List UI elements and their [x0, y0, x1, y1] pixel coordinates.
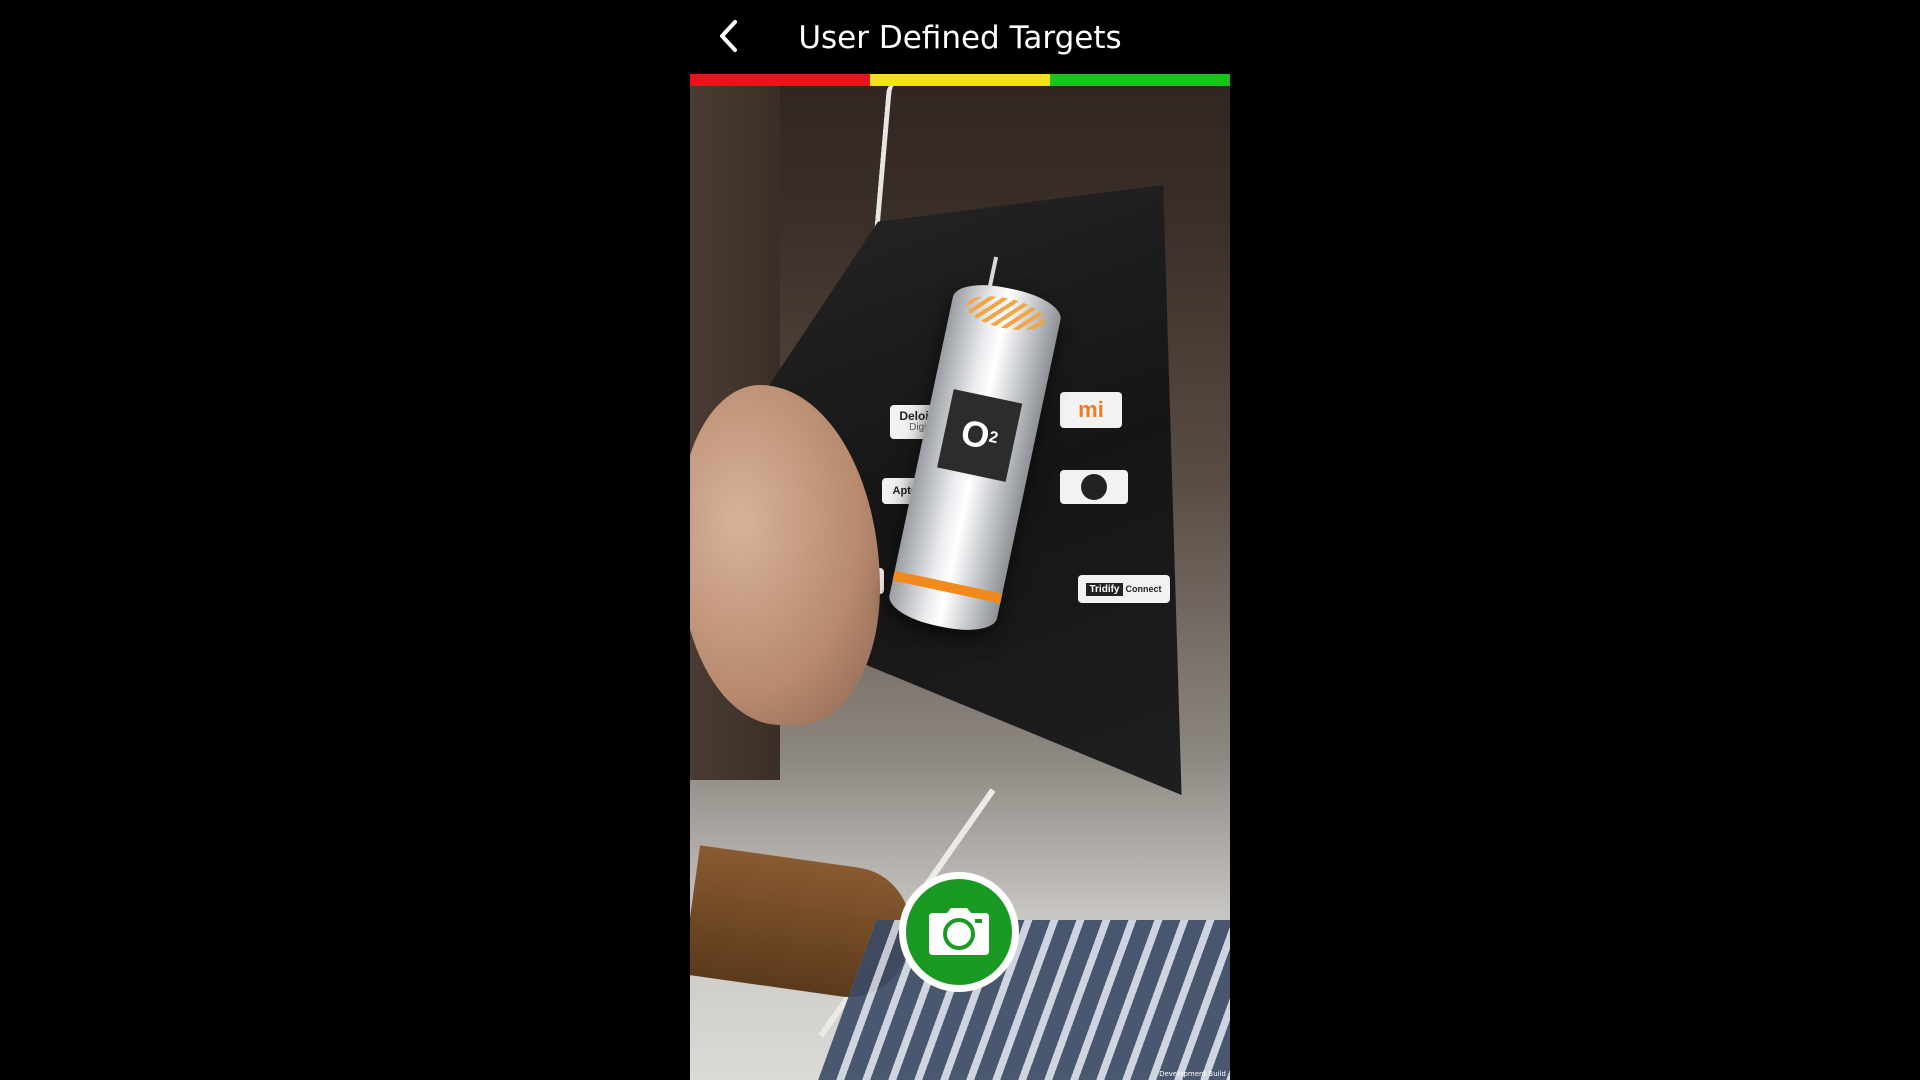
target-logo-mi-text: mi — [1078, 397, 1104, 422]
target-logo-tridify: Tridify Connect — [1078, 575, 1170, 603]
quality-segment-high — [1050, 74, 1230, 86]
target-logo-connect-text: Connect — [1125, 584, 1162, 594]
target-quality-indicator — [690, 74, 1230, 86]
quality-segment-low — [690, 74, 870, 86]
target-logo-mi: mi — [1060, 392, 1122, 428]
capture-button-inner — [906, 879, 1012, 985]
capture-target-button[interactable] — [899, 872, 1019, 992]
canister-orange-band — [892, 570, 1003, 604]
build-label: Development Build — [1159, 1070, 1226, 1078]
target-logo-circle — [1060, 470, 1128, 504]
page-title: User Defined Targets — [798, 20, 1122, 56]
canister-label-text: O — [957, 411, 994, 458]
canister-label: O2 — [937, 389, 1023, 482]
back-button[interactable] — [708, 16, 748, 56]
target-logo-tridify-text: Tridify — [1086, 582, 1123, 596]
camera-icon — [929, 908, 989, 955]
app-screen: Deloitte. Digital mi Aptoide rythmos Tri… — [690, 0, 1230, 1080]
canister-stripes — [963, 290, 1048, 337]
circle-logo-icon — [1081, 474, 1107, 500]
chevron-left-icon — [720, 20, 737, 52]
top-app-bar: User Defined Targets — [690, 0, 1230, 74]
quality-segment-medium — [870, 74, 1050, 86]
